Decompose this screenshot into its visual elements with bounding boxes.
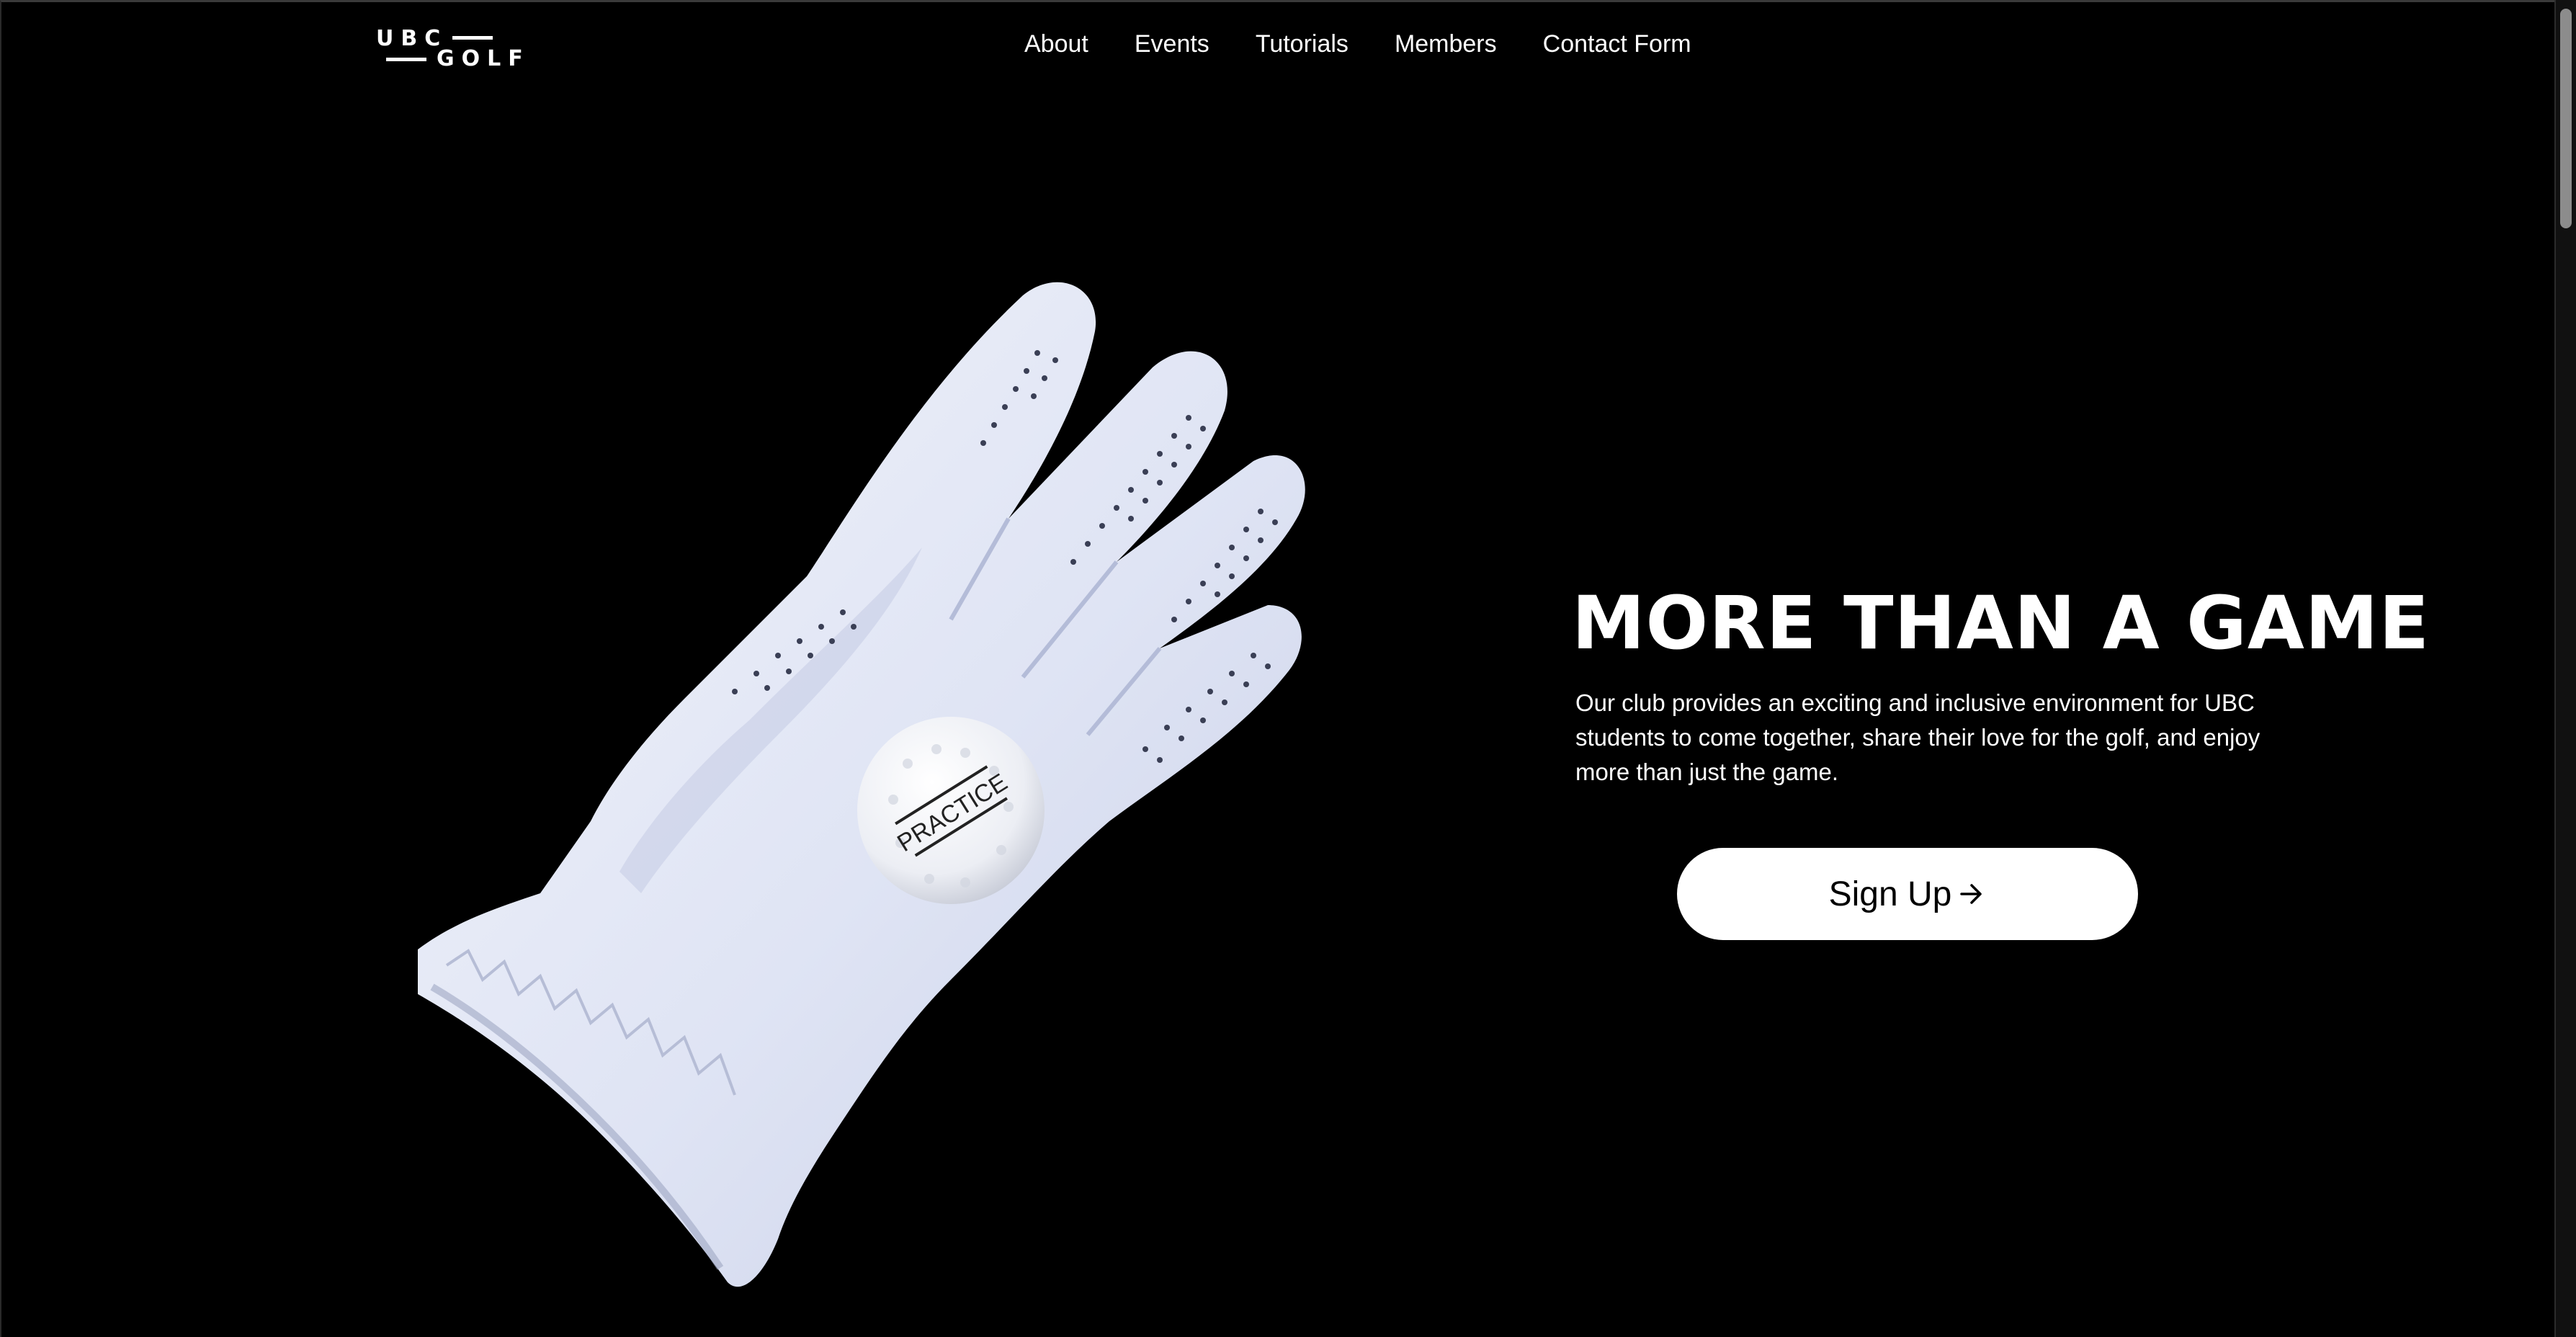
logo-bar bbox=[386, 58, 426, 61]
ubc-golf-logo[interactable]: UBC GOLF bbox=[376, 26, 523, 71]
arrow-right-icon bbox=[1960, 884, 1982, 904]
sign-up-button[interactable]: Sign Up bbox=[1677, 848, 2138, 940]
scrollbar-thumb[interactable] bbox=[2560, 9, 2572, 228]
main-nav: About Events Tutorials Members Contact F… bbox=[1024, 30, 1691, 58]
page-scrollbar[interactable] bbox=[2554, 0, 2576, 1337]
sign-up-label: Sign Up bbox=[1828, 875, 1952, 913]
hero-title: MORE THAN A GAME bbox=[1572, 581, 2430, 666]
logo-bar bbox=[452, 36, 493, 40]
nav-about[interactable]: About bbox=[1024, 30, 1088, 58]
hero-description: Our club provides an exciting and inclus… bbox=[1575, 689, 2260, 785]
nav-contact-form[interactable]: Contact Form bbox=[1543, 30, 1691, 58]
nav-tutorials[interactable]: Tutorials bbox=[1256, 30, 1349, 58]
nav-events[interactable]: Events bbox=[1135, 30, 1209, 58]
nav-members[interactable]: Members bbox=[1395, 30, 1497, 58]
logo-line-golf: GOLF bbox=[437, 46, 530, 71]
golf-glove-with-ball-icon: PRACTICE bbox=[418, 282, 1305, 1287]
